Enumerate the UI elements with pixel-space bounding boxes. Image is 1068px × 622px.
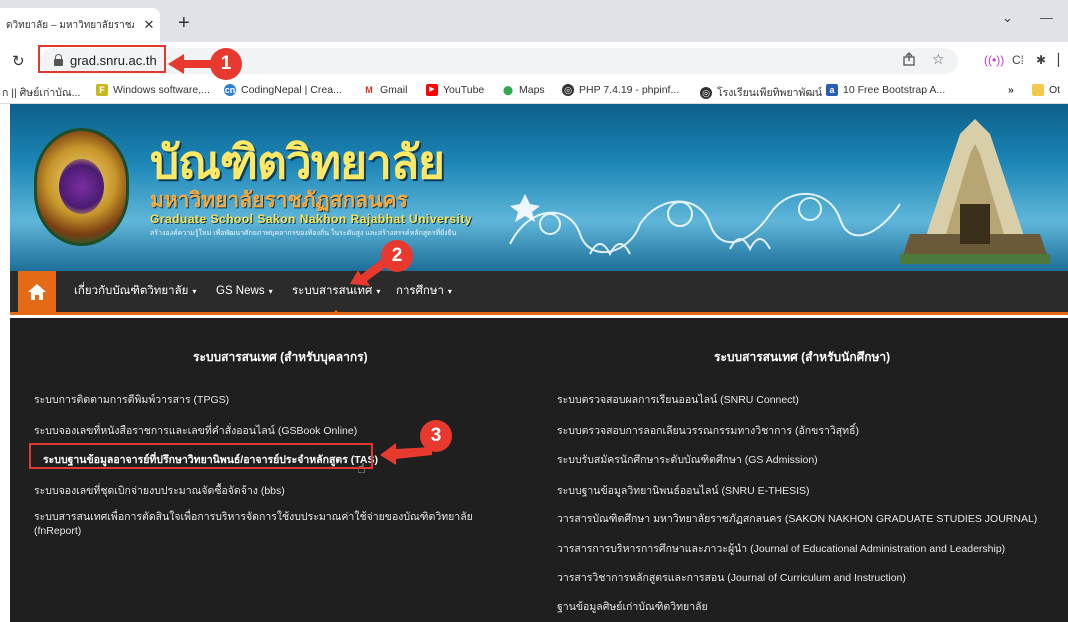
- maps-icon: ⬤: [502, 84, 514, 96]
- bookmark-item[interactable]: cn CodingNepal | Crea...: [224, 84, 342, 96]
- main-navigation: เกี่ยวกับบัณฑิตวิทยาลัย ▾ GS News ▾ ระบบสา…: [10, 271, 1068, 315]
- profile-icon[interactable]: ▏: [1058, 53, 1067, 67]
- student-systems-heading: ระบบสารสนเทศ (สำหรับนักศึกษา): [714, 350, 891, 364]
- tab-close-icon[interactable]: ✕: [142, 17, 156, 33]
- bookmarks-overflow-button[interactable]: »: [1008, 84, 1014, 96]
- university-seal-logo[interactable]: [34, 128, 129, 246]
- bookmark-label: Maps: [519, 84, 545, 96]
- bookmark-item[interactable]: ◎ โรงเรียนเพียทิพยาพัฒน์: [700, 84, 822, 101]
- bookmark-label: 10 Free Bootstrap A...: [843, 84, 946, 96]
- browser-tab-strip: ดวิทยาลัย – มหาวิทยาลัยราชภัฏ ✕ + ⌄ —: [0, 0, 1068, 42]
- bookmark-label: โรงเรียนเพียทิพยาพัฒน์: [717, 87, 823, 99]
- tab-search-icon[interactable]: ⌄: [1002, 10, 1013, 26]
- youtube-icon: ▶: [426, 84, 438, 96]
- menu-link-graduate-journal[interactable]: วารสารบัณฑิตศึกษา มหาวิทยาลัยราชภัฏสกลนค…: [557, 510, 1037, 527]
- caret-down-icon: ▾: [376, 287, 381, 296]
- browser-tab[interactable]: ดวิทยาลัย – มหาวิทยาลัยราชภัฏ ✕: [0, 8, 160, 42]
- new-tab-button[interactable]: +: [178, 13, 190, 33]
- site-motto: สร้างองค์ความรู้ใหม่ เพื่อพัฒนาศักยภาพบุ…: [150, 230, 457, 237]
- bookmarks-bar: ก || ศิษย์เก่าบัณ... F Windows software,.…: [0, 78, 1068, 104]
- caret-down-icon: ▾: [447, 287, 452, 296]
- annotation-box-url: [38, 45, 166, 73]
- annotation-badge-3: 3: [420, 420, 452, 452]
- globe-icon: ◎: [700, 86, 712, 99]
- university-building-image: [900, 119, 1050, 264]
- nav-item-education[interactable]: การศึกษา ▾: [396, 271, 452, 312]
- bookmark-folder[interactable]: Ot: [1032, 84, 1060, 96]
- nav-item-label: GS News: [216, 285, 265, 297]
- menu-link-bbs[interactable]: ระบบจองเลขที่ชุดเบิกจ่ายงบประมาณจัดซื้อจ…: [34, 482, 285, 499]
- gmail-icon: M: [363, 84, 375, 96]
- annotation-badge-1: 1: [210, 48, 242, 80]
- globe-icon: ◎: [562, 84, 574, 96]
- bookmark-label: ก || ศิษย์เก่าบัณ...: [2, 87, 81, 99]
- site-header-banner: บัณฑิตวิทยาลัย มหาวิทยาลัยราชภัฏสกลนคร G…: [10, 104, 1068, 271]
- bookmark-item[interactable]: F Windows software,...: [96, 84, 210, 96]
- home-icon[interactable]: [18, 271, 56, 312]
- nav-item-label: เกี่ยวกับบัณฑิตวิทยาลัย: [74, 285, 189, 297]
- bookmark-label: PHP 7.4.19 - phpinf...: [579, 84, 680, 96]
- nav-item-gs-news[interactable]: GS News ▾: [216, 271, 273, 312]
- menu-link-snru-connect[interactable]: ระบบตรวจสอบผลการเรียนออนไลน์ (SNRU Conne…: [557, 391, 799, 408]
- bookmark-star-icon[interactable]: ☆: [932, 51, 945, 68]
- menu-link-e-thesis[interactable]: ระบบฐานข้อมูลวิทยานิพนธ์ออนไลน์ (SNRU E-…: [557, 482, 810, 499]
- bookmark-label: Ot: [1049, 84, 1061, 96]
- site-subtitle-english: Graduate School Sakon Nakhon Rajabhat Un…: [150, 212, 473, 226]
- nav-item-about[interactable]: เกี่ยวกับบัณฑิตวิทยาลัย ▾: [74, 271, 196, 312]
- extensions-puzzle-icon[interactable]: ✱: [1036, 53, 1046, 67]
- extension-broadcast-icon[interactable]: ((•)): [984, 53, 1004, 67]
- bookmark-label: YouTube: [443, 84, 485, 96]
- menu-link-gs-admission[interactable]: ระบบรับสมัครนักศึกษาระดับบัณฑิตศึกษา (GS…: [557, 451, 818, 468]
- decorative-swirl-pattern: [509, 192, 901, 257]
- menu-link-gsbook[interactable]: ระบบจองเลขที่หนังสือราชการและเลขที่คำสั่…: [34, 422, 357, 439]
- codingnepal-icon: cn: [224, 84, 236, 96]
- extension-c-icon[interactable]: C⁞: [1012, 53, 1024, 67]
- bookmark-item[interactable]: ก || ศิษย์เก่าบัณ...: [2, 84, 80, 101]
- bookmark-item[interactable]: M Gmail: [363, 84, 407, 96]
- bookmark-label: Windows software,...: [113, 84, 210, 96]
- tab-title: ดวิทยาลัย – มหาวิทยาลัยราชภัฏ: [6, 19, 134, 31]
- softpedia-icon: F: [96, 84, 108, 96]
- bootstrap-icon: a: [826, 84, 838, 96]
- information-systems-dropdown: ระบบสารสนเทศ (สำหรับบุคลากร) ระบบสารสนเท…: [10, 318, 1068, 622]
- annotation-box-tas-link: [29, 443, 373, 469]
- folder-icon: [1032, 84, 1044, 96]
- menu-link-edu-admin-journal[interactable]: วารสารการบริหารการศึกษาและภาวะผู้นำ (Jou…: [557, 540, 1005, 557]
- menu-link-akkharawisut[interactable]: ระบบตรวจสอบการลอกเลียนวรรณกรรมทางวิชาการ…: [557, 422, 859, 439]
- menu-link-curriculum-journal[interactable]: วารสารวิชาการหลักสูตรและการสอน (Journal …: [557, 569, 906, 586]
- bookmark-label: CodingNepal | Crea...: [241, 84, 342, 96]
- menu-link-alumni-database[interactable]: ฐานข้อมูลศิษย์เก่าบัณฑิตวิทยาลัย: [557, 598, 708, 615]
- bookmark-item[interactable]: ◎ PHP 7.4.19 - phpinf...: [562, 84, 679, 96]
- reload-icon[interactable]: ↻: [12, 52, 25, 70]
- minimize-icon[interactable]: —: [1040, 10, 1053, 25]
- staff-systems-heading: ระบบสารสนเทศ (สำหรับบุคลากร): [193, 350, 368, 364]
- bookmark-item[interactable]: ⬤ Maps: [502, 84, 545, 96]
- menu-link-tpgs[interactable]: ระบบการติดตามการตีพิมพ์วารสาร (TPGS): [34, 391, 229, 408]
- bookmark-label: »: [1008, 84, 1014, 96]
- nav-item-label: การศึกษา: [396, 285, 444, 297]
- menu-link-fnreport[interactable]: ระบบสารสนเทศเพื่อการตัดสินใจเพื่อการบริห…: [34, 510, 494, 538]
- bookmark-item[interactable]: ▶ YouTube: [426, 84, 484, 96]
- caret-down-icon: ▾: [268, 287, 273, 296]
- bookmark-item[interactable]: a 10 Free Bootstrap A...: [826, 84, 945, 96]
- nav-item-label: ระบบสารสนเทศ: [292, 285, 373, 297]
- annotation-badge-2: 2: [381, 240, 413, 272]
- caret-down-icon: ▾: [192, 287, 197, 296]
- bookmark-label: Gmail: [380, 84, 408, 96]
- share-icon[interactable]: [902, 52, 916, 69]
